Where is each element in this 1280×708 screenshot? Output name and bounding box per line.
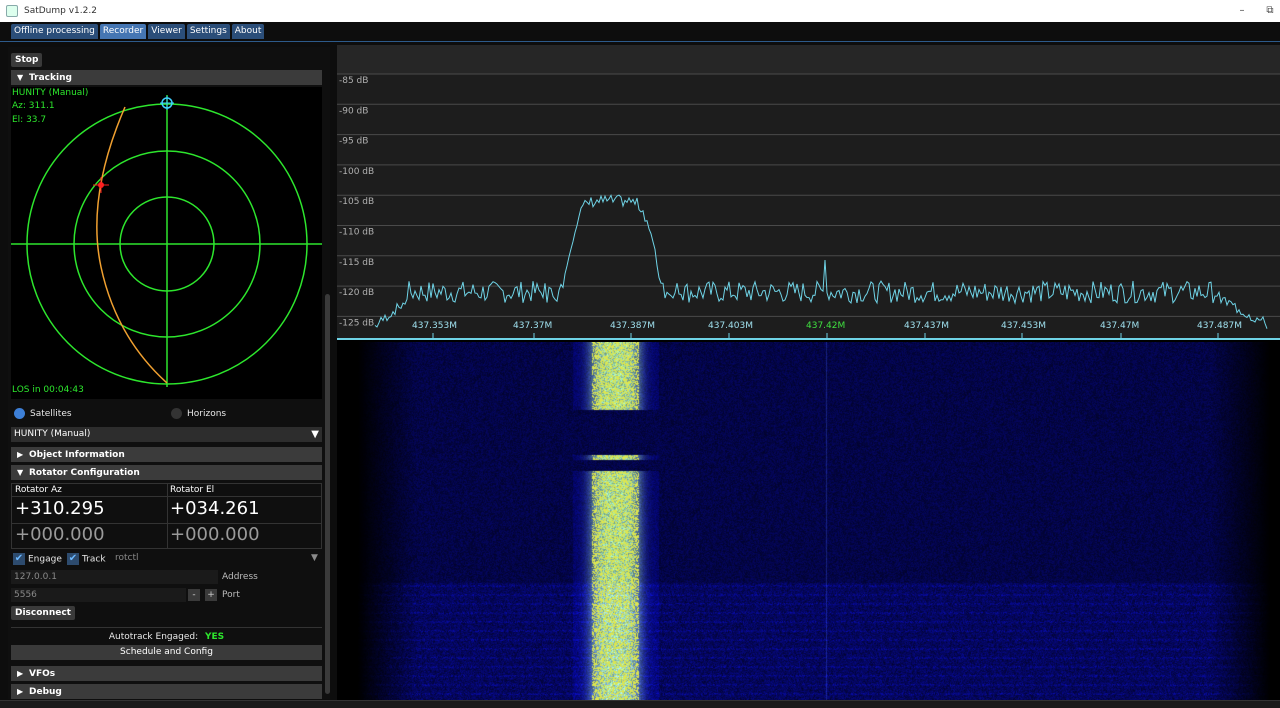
db-tick-label: -95 dB — [339, 137, 368, 147]
db-tick-label: -105 dB — [339, 197, 374, 207]
tab-about[interactable]: About — [231, 24, 265, 39]
engage-checkbox[interactable]: ✔ Engage — [13, 553, 62, 565]
restore-icon[interactable]: ⧉ — [1262, 3, 1278, 19]
satellite-select[interactable]: HUNITY (Manual) ▼ — [11, 427, 322, 442]
track-checkbox[interactable]: ✔ Track — [67, 553, 106, 565]
rotator-az-label: Rotator Az — [15, 485, 62, 495]
freq-tick-label: 437.387M — [610, 321, 655, 331]
disconnect-button[interactable]: Disconnect — [11, 606, 75, 620]
expand-right-icon: ▶ — [17, 687, 24, 696]
port-decrement-button[interactable]: - — [188, 589, 200, 601]
rotator-type-select[interactable]: rotctl — [115, 553, 139, 563]
polar-plot-graphic — [11, 95, 322, 387]
db-tick-label: -110 dB — [339, 228, 374, 238]
freq-tick-label: 437.353M — [412, 321, 457, 331]
rotator-el-target[interactable]: +000.000 — [170, 524, 325, 545]
polar-tracking-plot: HUNITY (Manual) Az: 311.1 El: 33.7 LOS i… — [11, 87, 322, 399]
port-input[interactable]: 5556 — [11, 588, 186, 602]
address-label: Address — [222, 572, 258, 582]
autotrack-status-value: YES — [205, 632, 225, 642]
fft-trace — [374, 194, 1268, 329]
dropdown-arrow-icon[interactable]: ▼ — [311, 553, 318, 563]
rotator-el-value: +034.261 — [170, 498, 260, 519]
db-tick-label: -115 dB — [339, 258, 374, 268]
fft-plot: -85 dB -90 dB -95 dB -100 dB -105 dB -110 dB -… — [337, 45, 1280, 340]
collapse-down-icon: ▼ — [17, 73, 24, 82]
port-label: Port — [222, 590, 240, 600]
waterfall-display — [337, 342, 1280, 700]
rotator-az-value: +310.295 — [15, 498, 105, 519]
freq-tick-label: 437.453M — [1001, 321, 1046, 331]
horizons-radio[interactable]: Horizons — [171, 408, 226, 419]
freq-tick-label: 437.37M — [513, 321, 552, 331]
port-increment-button[interactable]: + — [205, 589, 217, 601]
satellite-azimuth: Az: 311.1 — [12, 101, 55, 111]
status-bar — [0, 700, 1280, 708]
rotator-position-table: Rotator Az Rotator El +310.295 +034.261 … — [11, 483, 322, 549]
window-titlebar: SatDump v1.2.2 – ⧉ — [0, 0, 1280, 22]
db-tick-label: -90 dB — [339, 106, 368, 116]
rotator-control-row: ✔ Engage ✔ Track rotctl ▼ — [11, 553, 322, 567]
satellites-radio[interactable]: Satellites — [14, 408, 72, 419]
check-icon: ✔ — [67, 553, 79, 565]
los-countdown: LOS in 00:04:43 — [12, 385, 84, 395]
freq-tick-label: 437.487M — [1197, 321, 1242, 331]
side-panel-scrollbar[interactable] — [325, 294, 330, 694]
main-tab-bar: Offline processing Recorder Viewer Setti… — [0, 22, 1280, 42]
stop-button[interactable]: Stop — [11, 53, 43, 67]
expand-right-icon: ▶ — [17, 669, 24, 678]
satellite-pass-track — [96, 106, 168, 384]
check-icon: ✔ — [13, 553, 25, 565]
satdump-app-icon — [6, 5, 18, 17]
db-tick-label: -120 dB — [339, 288, 374, 298]
recorder-side-panel: Stop ▼ Tracking HUNITY (Manual) Az: 311.1… — [8, 47, 330, 699]
freq-tick-label: 437.437M — [904, 321, 949, 331]
db-tick-label: -100 dB — [339, 167, 374, 177]
collapse-down-icon: ▼ — [17, 468, 24, 477]
minimize-icon[interactable]: – — [1234, 3, 1250, 19]
tracked-satellite-name: HUNITY (Manual) — [12, 88, 89, 98]
dropdown-arrow-icon: ▼ — [311, 429, 319, 440]
schedule-and-config-button[interactable]: Schedule and Config — [11, 645, 322, 660]
db-tick-label: -85 dB — [339, 76, 368, 86]
db-tick-label: -125 dB — [339, 318, 374, 328]
tracking-header[interactable]: ▼ Tracking — [11, 70, 322, 85]
debug-header[interactable]: ▶ Debug — [11, 684, 322, 699]
fft-graph: -85 dB -90 dB -95 dB -100 dB -105 dB -110 dB -… — [337, 73, 1280, 340]
rotator-configuration-header[interactable]: ▼ Rotator Configuration — [11, 465, 322, 480]
satellite-elevation: El: 33.7 — [12, 115, 47, 125]
autotrack-status: Autotrack Engaged: YES — [108, 632, 225, 642]
object-information-header[interactable]: ▶ Object Information — [11, 447, 322, 462]
freq-tick-label: 437.47M — [1100, 321, 1139, 331]
expand-right-icon: ▶ — [17, 450, 24, 459]
tab-viewer[interactable]: Viewer — [148, 24, 185, 39]
center-frequency-label: 437.42M — [806, 321, 845, 331]
window-title: SatDump v1.2.2 — [24, 6, 97, 16]
spectrum-view: -85 dB -90 dB -95 dB -100 dB -105 dB -110 dB -… — [337, 45, 1280, 700]
tab-settings[interactable]: Settings — [186, 24, 230, 39]
tab-recorder[interactable]: Recorder — [99, 24, 147, 39]
vfos-header[interactable]: ▶ VFOs — [11, 666, 322, 681]
address-input[interactable]: 127.0.0.1 — [11, 570, 218, 584]
rotator-az-target[interactable]: +000.000 — [15, 524, 170, 545]
tab-offline-processing[interactable]: Offline processing — [11, 24, 98, 39]
rotator-el-label: Rotator El — [170, 485, 215, 495]
freq-tick-label: 437.403M — [708, 321, 753, 331]
